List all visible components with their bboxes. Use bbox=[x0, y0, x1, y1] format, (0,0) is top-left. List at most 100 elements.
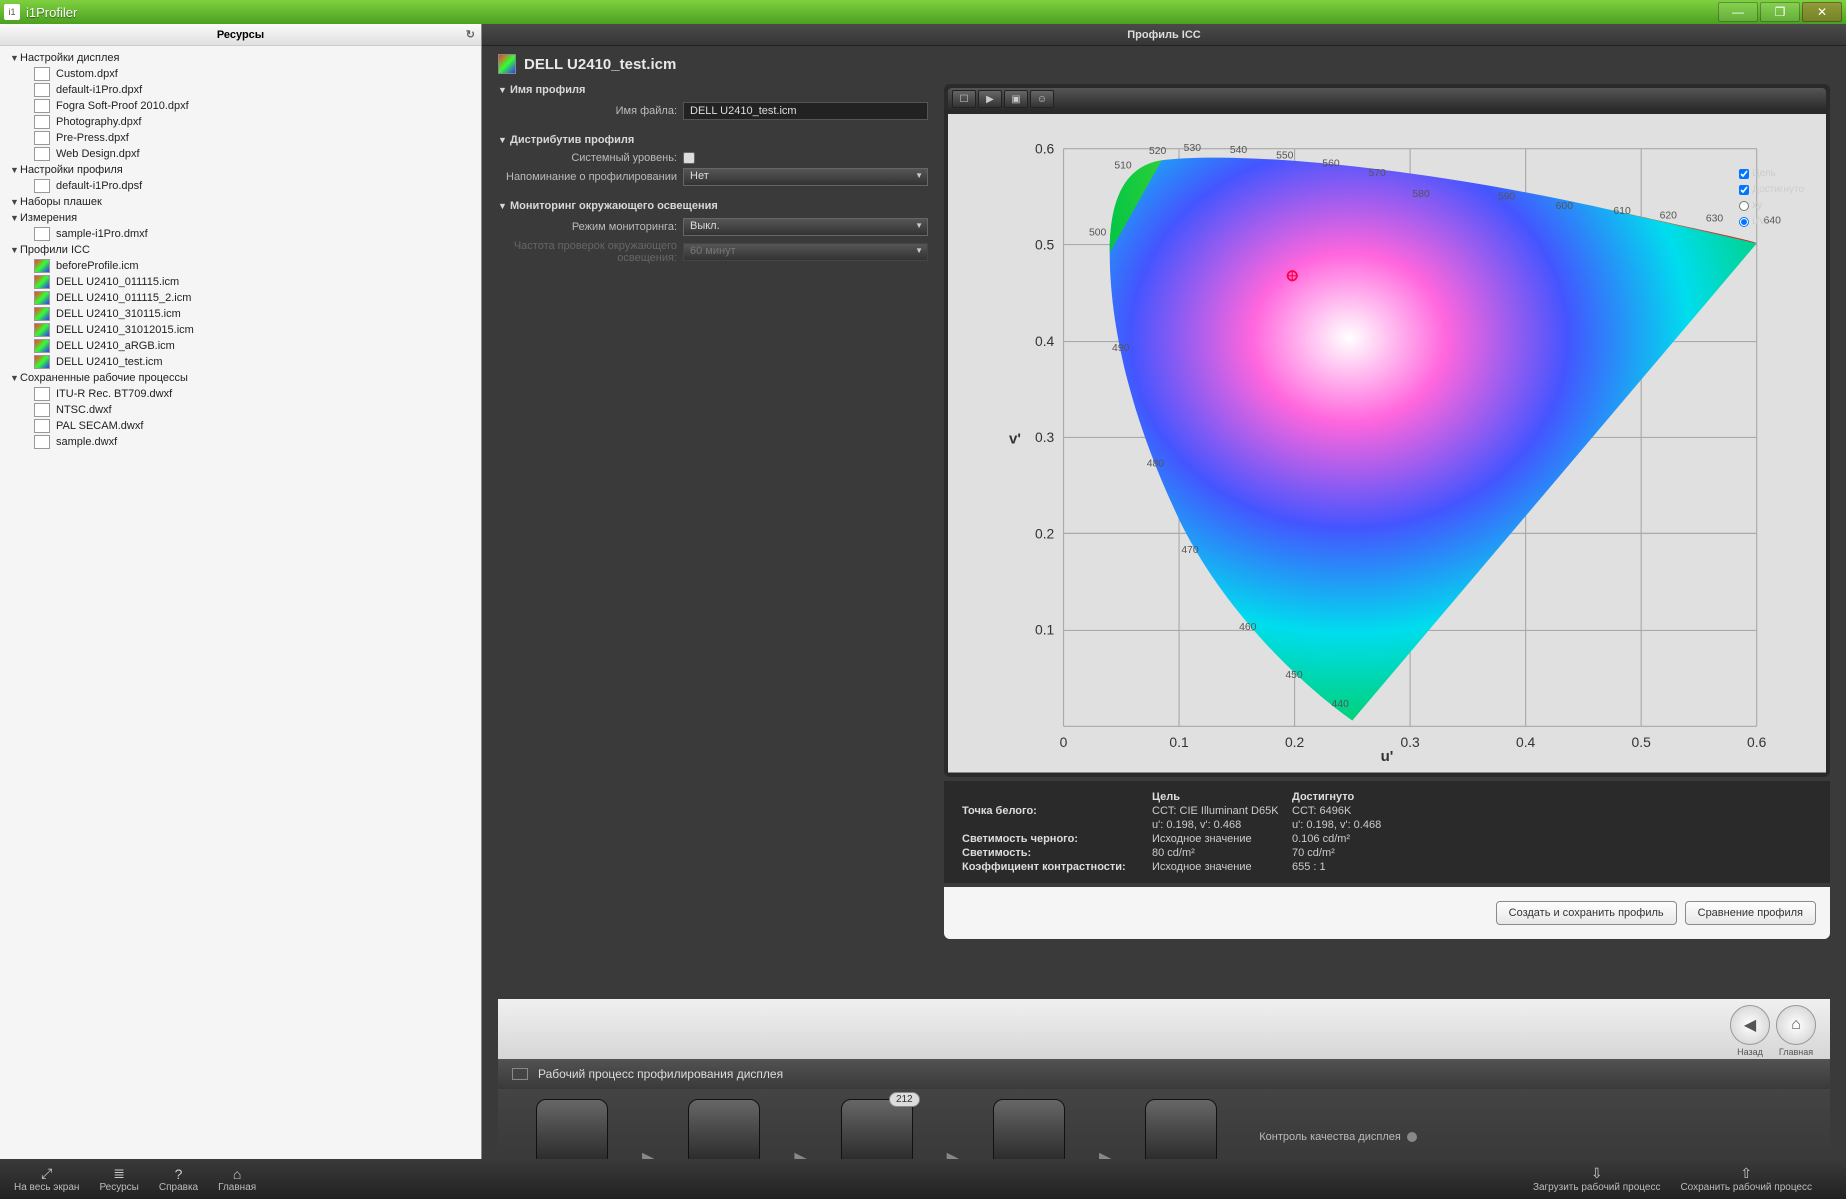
opt-target[interactable]: Цель bbox=[1739, 168, 1804, 179]
svg-text:610: 610 bbox=[1613, 206, 1631, 217]
settings-panel: ▼Имя профиля Имя файла: ▼Дистрибутив про… bbox=[498, 84, 928, 542]
filename-label: Имя файла: bbox=[498, 105, 683, 117]
svg-text:600: 600 bbox=[1556, 201, 1574, 212]
svg-text:590: 590 bbox=[1498, 191, 1516, 202]
chart-tool-crop-icon[interactable]: ▣ bbox=[1004, 90, 1028, 108]
chart-tool-person-icon[interactable]: ☺ bbox=[1030, 90, 1054, 108]
chart-tool-target-icon[interactable]: ☐ bbox=[952, 90, 976, 108]
resources-button[interactable]: ≣Ресурсы bbox=[99, 1165, 138, 1193]
section-distribution[interactable]: Дистрибутив профиля bbox=[510, 134, 634, 146]
tree-item[interactable]: DELL U2410_aRGB.icm bbox=[0, 338, 481, 354]
home-button[interactable]: ⌂ bbox=[1776, 1005, 1816, 1045]
svg-text:u': u' bbox=[1381, 748, 1394, 765]
tree-item[interactable]: sample-i1Pro.dmxf bbox=[0, 226, 481, 242]
tree-group[interactable]: ▼Наборы плашек bbox=[0, 194, 481, 210]
resources-sidebar: Ресурсы ↻ ▼Настройки дисплеяCustom.dpxfd… bbox=[0, 24, 482, 1199]
monitor-icon bbox=[512, 1068, 528, 1080]
tree-item[interactable]: beforeProfile.icm bbox=[0, 258, 481, 274]
svg-text:570: 570 bbox=[1369, 168, 1387, 179]
tree-item[interactable]: PAL SECAM.dwxf bbox=[0, 418, 481, 434]
section-ambient[interactable]: Мониторинг окружающего освещения bbox=[510, 200, 718, 212]
svg-text:470: 470 bbox=[1181, 545, 1199, 556]
svg-text:460: 460 bbox=[1239, 622, 1257, 633]
tree-item[interactable]: Fogra Soft-Proof 2010.dpxf bbox=[0, 98, 481, 114]
tree-item[interactable]: DELL U2410_011115.icm bbox=[0, 274, 481, 290]
monitor-mode-select[interactable]: Выкл. bbox=[683, 218, 928, 236]
home-statusbar-button[interactable]: ⌂Главная bbox=[218, 1166, 256, 1193]
svg-text:0.5: 0.5 bbox=[1035, 237, 1055, 253]
file-heading: DELL U2410_test.icm bbox=[498, 54, 1830, 74]
sidebar-title: Ресурсы bbox=[217, 29, 264, 41]
minimize-button[interactable]: — bbox=[1718, 2, 1758, 22]
tree-item[interactable]: Custom.dpxf bbox=[0, 66, 481, 82]
reminder-label: Напоминание о профилировании bbox=[498, 171, 683, 183]
fullscreen-button[interactable]: ⤢На весь экран bbox=[14, 1165, 79, 1193]
tree-item[interactable]: ITU-R Rec. BT709.dwxf bbox=[0, 386, 481, 402]
tree-item[interactable]: DELL U2410_test.icm bbox=[0, 354, 481, 370]
quality-control-link[interactable]: Контроль качества дисплея bbox=[1259, 1131, 1417, 1143]
tree-item[interactable]: Photography.dpxf bbox=[0, 114, 481, 130]
workflow-title: Рабочий процесс профилирования дисплея bbox=[538, 1067, 783, 1081]
tree-item[interactable]: default-i1Pro.dpsf bbox=[0, 178, 481, 194]
svg-text:560: 560 bbox=[1322, 158, 1340, 169]
help-button[interactable]: ?Справка bbox=[159, 1166, 198, 1193]
svg-text:0.1: 0.1 bbox=[1035, 622, 1055, 638]
opt-achieved[interactable]: Достигнуто bbox=[1739, 184, 1804, 195]
profile-icon bbox=[498, 54, 516, 74]
tree-item[interactable]: default-i1Pro.dpxf bbox=[0, 82, 481, 98]
tree-item[interactable]: NTSC.dwxf bbox=[0, 402, 481, 418]
svg-text:0.2: 0.2 bbox=[1035, 525, 1055, 541]
monitor-mode-label: Режим мониторинга: bbox=[498, 221, 683, 233]
chart-panel: ☐ ▶ ▣ ☺ Цель Достигнуто xy u'v' bbox=[944, 84, 1830, 542]
panel-title: Профиль ICC bbox=[482, 24, 1846, 46]
profile-info-table: ЦельДостигнутоТочка белого:CCT: CIE Illu… bbox=[944, 781, 1830, 883]
svg-text:0.1: 0.1 bbox=[1169, 734, 1189, 750]
tree-item[interactable]: DELL U2410_310115.icm bbox=[0, 306, 481, 322]
tree-item[interactable]: Web Design.dpxf bbox=[0, 146, 481, 162]
sidebar-header: Ресурсы ↻ bbox=[0, 24, 481, 46]
tree-item[interactable]: Pre-Press.dpxf bbox=[0, 130, 481, 146]
compare-profile-button[interactable]: Сравнение профиля bbox=[1685, 901, 1816, 925]
tree-item[interactable]: sample.dwxf bbox=[0, 434, 481, 450]
svg-text:0: 0 bbox=[1060, 734, 1068, 750]
svg-text:500: 500 bbox=[1089, 227, 1107, 238]
app-icon: i1 bbox=[4, 4, 20, 20]
status-bar: ⤢На весь экран ≣Ресурсы ?Справка ⌂Главна… bbox=[0, 1159, 1846, 1199]
reminder-select[interactable]: Нет bbox=[683, 168, 928, 186]
svg-text:480: 480 bbox=[1147, 458, 1165, 469]
svg-text:620: 620 bbox=[1660, 211, 1678, 222]
refresh-icon[interactable]: ↻ bbox=[466, 28, 475, 41]
load-workflow-button[interactable]: ⇩Загрузить рабочий процесс bbox=[1533, 1165, 1661, 1193]
system-level-checkbox[interactable] bbox=[683, 152, 695, 164]
svg-text:0.5: 0.5 bbox=[1632, 734, 1652, 750]
tree-group[interactable]: ▼Настройки дисплея bbox=[0, 50, 481, 66]
back-button[interactable]: ◀ bbox=[1730, 1005, 1770, 1045]
opt-xy[interactable]: xy bbox=[1739, 200, 1804, 211]
resource-tree[interactable]: ▼Настройки дисплеяCustom.dpxfdefault-i1P… bbox=[0, 46, 481, 1199]
create-save-profile-button[interactable]: Создать и сохранить профиль bbox=[1496, 901, 1677, 925]
chart-tool-play-icon[interactable]: ▶ bbox=[978, 90, 1002, 108]
tree-group[interactable]: ▼Сохраненные рабочие процессы bbox=[0, 370, 481, 386]
tree-group[interactable]: ▼Настройки профиля bbox=[0, 162, 481, 178]
svg-text:v': v' bbox=[1009, 430, 1021, 447]
file-title-text: DELL U2410_test.icm bbox=[524, 56, 676, 73]
maximize-button[interactable]: ❐ bbox=[1760, 2, 1800, 22]
tree-group[interactable]: ▼Профили ICC bbox=[0, 242, 481, 258]
tree-item[interactable]: DELL U2410_31012015.icm bbox=[0, 322, 481, 338]
svg-text:0.6: 0.6 bbox=[1035, 140, 1055, 156]
monitor-freq-label: Частота проверок окружающего освещения: bbox=[498, 240, 683, 264]
content-area: Профиль ICC DELL U2410_test.icm ▼Имя про… bbox=[482, 24, 1846, 1199]
svg-text:0.2: 0.2 bbox=[1285, 734, 1305, 750]
svg-text:580: 580 bbox=[1412, 189, 1430, 200]
svg-text:520: 520 bbox=[1149, 146, 1167, 157]
save-workflow-button[interactable]: ⇧Сохранить рабочий процесс bbox=[1680, 1165, 1812, 1193]
system-level-label: Системный уровень: bbox=[498, 152, 683, 164]
tree-group[interactable]: ▼Измерения bbox=[0, 210, 481, 226]
filename-input[interactable] bbox=[683, 102, 928, 120]
opt-uv[interactable]: u'v' bbox=[1739, 216, 1804, 227]
section-profile-name[interactable]: Имя профиля bbox=[510, 84, 585, 96]
tree-item[interactable]: DELL U2410_011115_2.icm bbox=[0, 290, 481, 306]
svg-text:440: 440 bbox=[1332, 699, 1350, 710]
close-button[interactable]: ✕ bbox=[1802, 2, 1842, 22]
chart-legend: Цель Достигнуто xy u'v' bbox=[1739, 168, 1804, 227]
